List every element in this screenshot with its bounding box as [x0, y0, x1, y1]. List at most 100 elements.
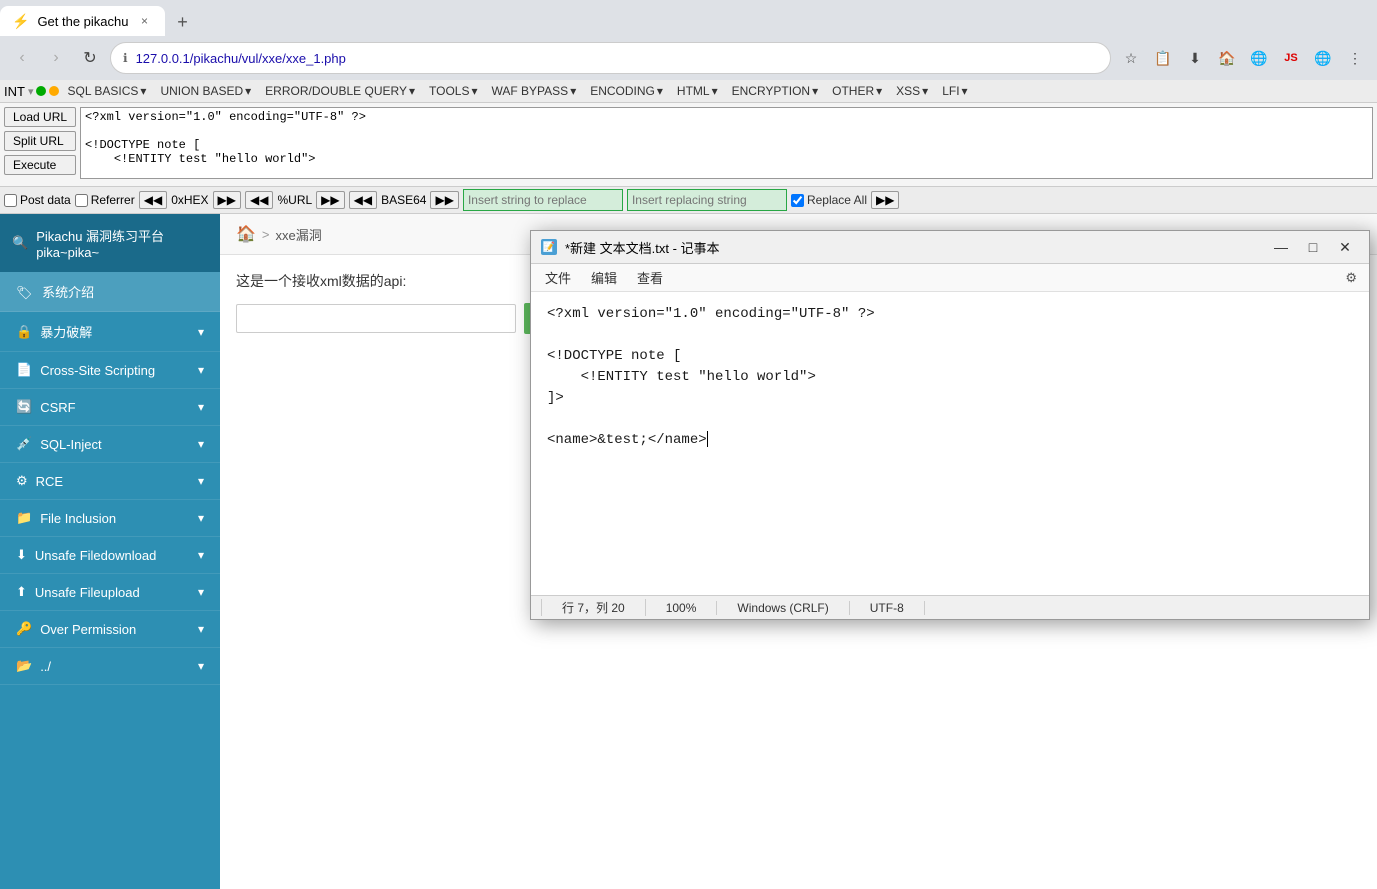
sidebar-item-intro[interactable]: 🏷 系统介绍 [0, 272, 220, 312]
js-toggle[interactable]: JS [1277, 44, 1305, 72]
notepad-maximize-button[interactable]: □ [1299, 237, 1327, 257]
error-double-query-menu[interactable]: ERROR/DOUBLE QUERY [259, 82, 421, 100]
bruteforce-arrow: ▾ [198, 325, 204, 339]
notepad-position: 行 7，列 20 [541, 599, 646, 616]
extensions-icon[interactable]: 🌐 [1245, 44, 1273, 72]
notepad-statusbar: 行 7，列 20 100% Windows (CRLF) UTF-8 [531, 595, 1369, 619]
int-label: INT [4, 84, 25, 99]
hackbar-url-input[interactable]: <?xml version="1.0" encoding="UTF-8" ?> … [80, 107, 1373, 179]
sidebar-item-rce[interactable]: ⚙RCE ▾ [0, 463, 220, 500]
profile-icon[interactable]: 🌐 [1309, 44, 1337, 72]
xss-arrow: ▾ [198, 363, 204, 377]
xml-input[interactable] [236, 304, 516, 333]
new-tab-button[interactable]: + [169, 8, 197, 36]
hex-encode-right[interactable]: ▶▶ [213, 191, 241, 209]
union-based-menu[interactable]: UNION BASED [154, 82, 257, 100]
notepad-file-icon: 📝 [541, 239, 557, 255]
browser-toolbar: ☆ 📋 ⬇ 🏠 🌐 JS 🌐 ⋮ [1117, 44, 1369, 72]
notepad-minimize-button[interactable]: — [1267, 237, 1295, 257]
breadcrumb-home-icon[interactable]: 🏠 [236, 224, 256, 244]
security-icon: ℹ [123, 51, 128, 65]
notepad-text-area[interactable]: <?xml version="1.0" encoding="UTF-8" ?> … [531, 292, 1369, 595]
menu-icon[interactable]: ⋮ [1341, 44, 1369, 72]
xss-sidebar-icon: 📄 [16, 362, 32, 378]
notepad-line7: <name>&test;</name> [547, 432, 707, 448]
html-menu[interactable]: HTML [671, 82, 724, 100]
sql-basics-menu[interactable]: SQL BASICS [61, 82, 152, 100]
hackbar-left-buttons: Load URL Split URL Execute [4, 107, 76, 175]
notepad-close-button[interactable]: ✕ [1331, 237, 1359, 257]
encryption-menu[interactable]: ENCRYPTION [726, 82, 825, 100]
sidebar-item-over-permission[interactable]: 🔑Over Permission ▾ [0, 611, 220, 648]
sidebar-item-csrf[interactable]: 🔄CSRF ▾ [0, 389, 220, 426]
sidebar: 🔍 Pikachu 漏洞练习平台 pika~pika~ 🏷 系统介绍 🔒暴力破解… [0, 214, 220, 889]
tab-close-button[interactable]: × [137, 13, 153, 29]
bookmark-star-icon[interactable]: ☆ [1117, 44, 1145, 72]
sidebar-item-xss[interactable]: 📄Cross-Site Scripting ▾ [0, 352, 220, 389]
sidebar-item-file-inclusion[interactable]: 📁File Inclusion ▾ [0, 500, 220, 537]
load-url-button[interactable]: Load URL [4, 107, 76, 127]
execute-button[interactable]: Execute [4, 155, 76, 175]
hackbar-int-indicator: INT ▾ [4, 84, 59, 99]
base64-encode-left[interactable]: ◀◀ [349, 191, 377, 209]
reload-button[interactable]: ↻ [76, 44, 104, 72]
forward-button[interactable]: › [42, 44, 70, 72]
percent-encode-left[interactable]: ◀◀ [245, 191, 273, 209]
hex-encode-left[interactable]: ◀◀ [139, 191, 167, 209]
sidebar-item-dotdot[interactable]: 📂../ ▾ [0, 648, 220, 685]
hackbar-url-area: <?xml version="1.0" encoding="UTF-8" ?> … [80, 107, 1373, 182]
sidebar-item-sqli[interactable]: 💉SQL-Inject ▾ [0, 426, 220, 463]
home-icon[interactable]: 🏠 [1213, 44, 1241, 72]
xss-menu[interactable]: XSS [890, 82, 934, 100]
other-menu[interactable]: OTHER [826, 82, 888, 100]
notepad-line1: <?xml version="1.0" encoding="UTF-8" ?> [547, 306, 875, 322]
insert-replace-input[interactable] [463, 189, 623, 211]
lfi-menu[interactable]: LFI [936, 82, 973, 100]
sidebar-item-bruteforce[interactable]: 🔒暴力破解 ▾ [0, 312, 220, 352]
percent-encode-right[interactable]: ▶▶ [316, 191, 344, 209]
back-button[interactable]: ‹ [8, 44, 36, 72]
waf-bypass-menu[interactable]: WAF BYPASS [486, 82, 583, 100]
encoding-menu[interactable]: ENCODING [584, 82, 669, 100]
download-icon[interactable]: ⬇ [1181, 44, 1209, 72]
unsafe-upload-arrow: ▾ [198, 585, 204, 599]
tab-title: Get the pikachu [37, 14, 128, 29]
referrer-check[interactable] [75, 194, 88, 207]
file-inclusion-arrow: ▾ [198, 511, 204, 525]
notepad-file-menu[interactable]: 文件 [535, 264, 581, 291]
referrer-checkbox[interactable]: Referrer [75, 193, 135, 207]
unsafe-download-icon: ⬇ [16, 547, 27, 563]
insert-replacing-input[interactable] [627, 189, 787, 211]
split-url-button[interactable]: Split URL [4, 131, 76, 151]
intro-icon: 🏷 [16, 285, 33, 300]
notepad-encoding: UTF-8 [850, 601, 925, 615]
hackbar-menu: INT ▾ SQL BASICS UNION BASED ERROR/DOUBL… [0, 80, 1377, 103]
base64-encode-right[interactable]: ▶▶ [430, 191, 458, 209]
browser-tab[interactable]: ⚡ Get the pikachu × [0, 6, 165, 36]
tools-menu[interactable]: TOOLS [423, 82, 484, 100]
sqli-arrow: ▾ [198, 437, 204, 451]
sidebar-item-unsafe-download[interactable]: ⬇Unsafe Filedownload ▾ [0, 537, 220, 574]
unsafe-upload-icon: ⬆ [16, 584, 27, 600]
post-data-checkbox[interactable]: Post data [4, 193, 71, 207]
address-bar[interactable]: ℹ 127.0.0.1/pikachu/vul/xxe/xxe_1.php [110, 42, 1111, 74]
replace-arrow-right[interactable]: ▶▶ [871, 191, 899, 209]
notepad-zoom: 100% [646, 601, 718, 615]
rce-icon: ⚙ [16, 473, 28, 489]
hex-label: 0xHEX [171, 193, 208, 207]
reading-list-icon[interactable]: 📋 [1149, 44, 1177, 72]
url-display: 127.0.0.1/pikachu/vul/xxe/xxe_1.php [136, 51, 1098, 66]
replace-all-check[interactable] [791, 194, 804, 207]
notepad-settings-icon[interactable]: ⚙ [1337, 266, 1365, 290]
green-status-dot [36, 86, 46, 96]
notepad-edit-menu[interactable]: 编辑 [581, 264, 627, 291]
notepad-view-menu[interactable]: 查看 [627, 264, 673, 291]
logo-text: Pikachu 漏洞练习平台 pika~pika~ [36, 226, 208, 260]
notepad-window: 📝 *新建 文本文档.txt - 记事本 — □ ✕ 文件 编辑 查看 ⚙ <?… [530, 230, 1370, 620]
replace-all-checkbox[interactable]: Replace All [791, 193, 867, 207]
notepad-title-text: *新建 文本文档.txt - 记事本 [565, 238, 720, 257]
over-permission-arrow: ▾ [198, 622, 204, 636]
sidebar-item-unsafe-upload[interactable]: ⬆Unsafe Fileupload ▾ [0, 574, 220, 611]
post-data-check[interactable] [4, 194, 17, 207]
hackbar-top-area: Load URL Split URL Execute <?xml version… [0, 103, 1377, 186]
